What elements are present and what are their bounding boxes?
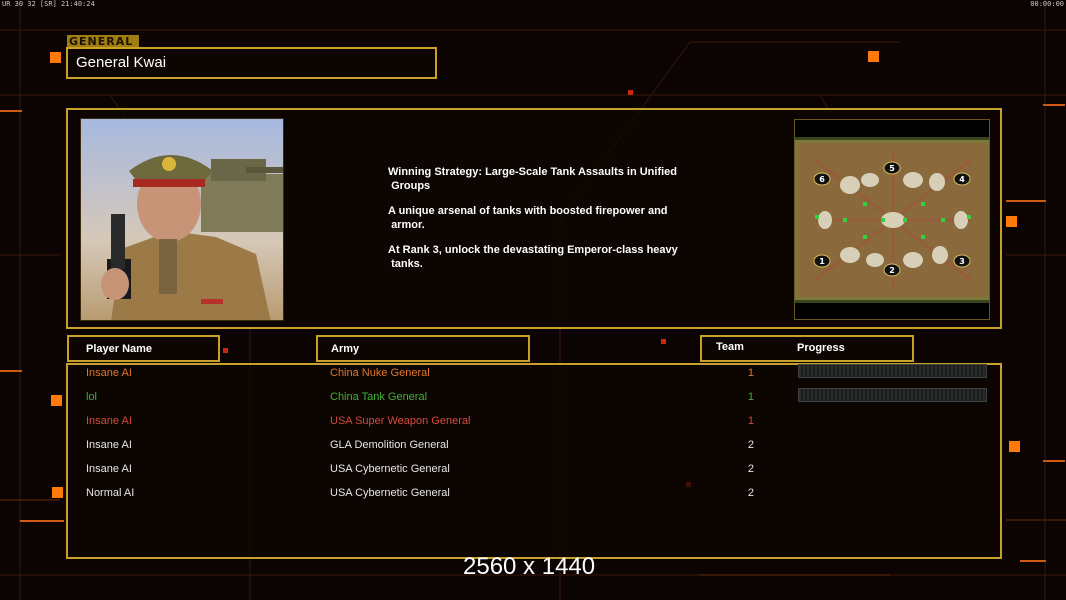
player-team: 2	[747, 439, 754, 451]
map-preview-image: 1 2 3 4 5 6	[795, 137, 989, 303]
start-position-3-label: 3	[959, 257, 965, 266]
column-header-player-name[interactable]: Player Name	[67, 335, 220, 362]
general-portrait	[80, 118, 284, 321]
status-readout-right: 00:00:00	[1030, 0, 1064, 8]
start-position-2-marker[interactable]: 2	[883, 263, 901, 277]
player-team: 2	[747, 463, 754, 475]
player-team: 1	[747, 367, 754, 379]
start-position-1-marker[interactable]: 1	[813, 254, 831, 268]
resolution-label: 2560 x 1440	[463, 553, 596, 580]
player-army: USA Cybernetic General	[330, 487, 450, 499]
start-position-6-label: 6	[819, 175, 825, 184]
column-header-team-label: Team	[716, 341, 744, 353]
player-progress-bar	[798, 388, 987, 402]
start-position-5-label: 5	[889, 164, 895, 173]
player-team: 1	[747, 391, 754, 403]
status-readout-left: UR 30 32 [SR] 21:40:24	[2, 0, 95, 8]
player-team: 1	[747, 415, 754, 427]
column-header-team-progress[interactable]: Team Progress	[700, 335, 914, 362]
start-position-4-label: 4	[959, 175, 965, 184]
player-army: China Tank General	[330, 391, 428, 403]
column-header-army-label: Army	[331, 343, 360, 355]
player-name: Insane AI	[86, 415, 132, 427]
player-team: 2	[747, 487, 754, 499]
start-position-5-marker[interactable]: 5	[883, 161, 901, 175]
player-name: Insane AI	[86, 439, 132, 451]
column-header-player-name-label: Player Name	[86, 343, 153, 355]
start-position-2-label: 2	[889, 266, 895, 275]
start-position-1-label: 1	[819, 257, 825, 266]
description-strategy: Winning Strategy: Large-Scale Tank Assau…	[388, 166, 678, 192]
player-army: USA Super Weapon General	[330, 415, 471, 427]
column-header-army[interactable]: Army	[316, 335, 530, 362]
start-position-4-marker[interactable]: 4	[953, 172, 971, 186]
start-position-6-marker[interactable]: 6	[813, 172, 831, 186]
player-name: Insane AI	[86, 367, 132, 379]
map-preview[interactable]: 1 2 3 4 5 6	[794, 119, 990, 320]
description-rank: At Rank 3, unlock the devastating Empero…	[388, 244, 678, 270]
player-progress-bar	[798, 364, 987, 378]
player-army: GLA Demolition General	[330, 439, 449, 451]
general-name-box: General Kwai	[66, 47, 437, 79]
player-name: lol	[86, 391, 98, 403]
player-name: Normal AI	[86, 487, 135, 499]
general-name: General Kwai	[76, 54, 167, 71]
start-position-3-marker[interactable]: 3	[953, 254, 971, 268]
general-description: Winning Strategy: Large-Scale Tank Assau…	[388, 165, 708, 282]
description-arsenal: A unique arsenal of tanks with boosted f…	[388, 205, 668, 231]
player-army: USA Cybernetic General	[330, 463, 450, 475]
player-army: China Nuke General	[330, 367, 430, 379]
column-header-progress-label: Progress	[797, 342, 845, 354]
player-name: Insane AI	[86, 463, 132, 475]
